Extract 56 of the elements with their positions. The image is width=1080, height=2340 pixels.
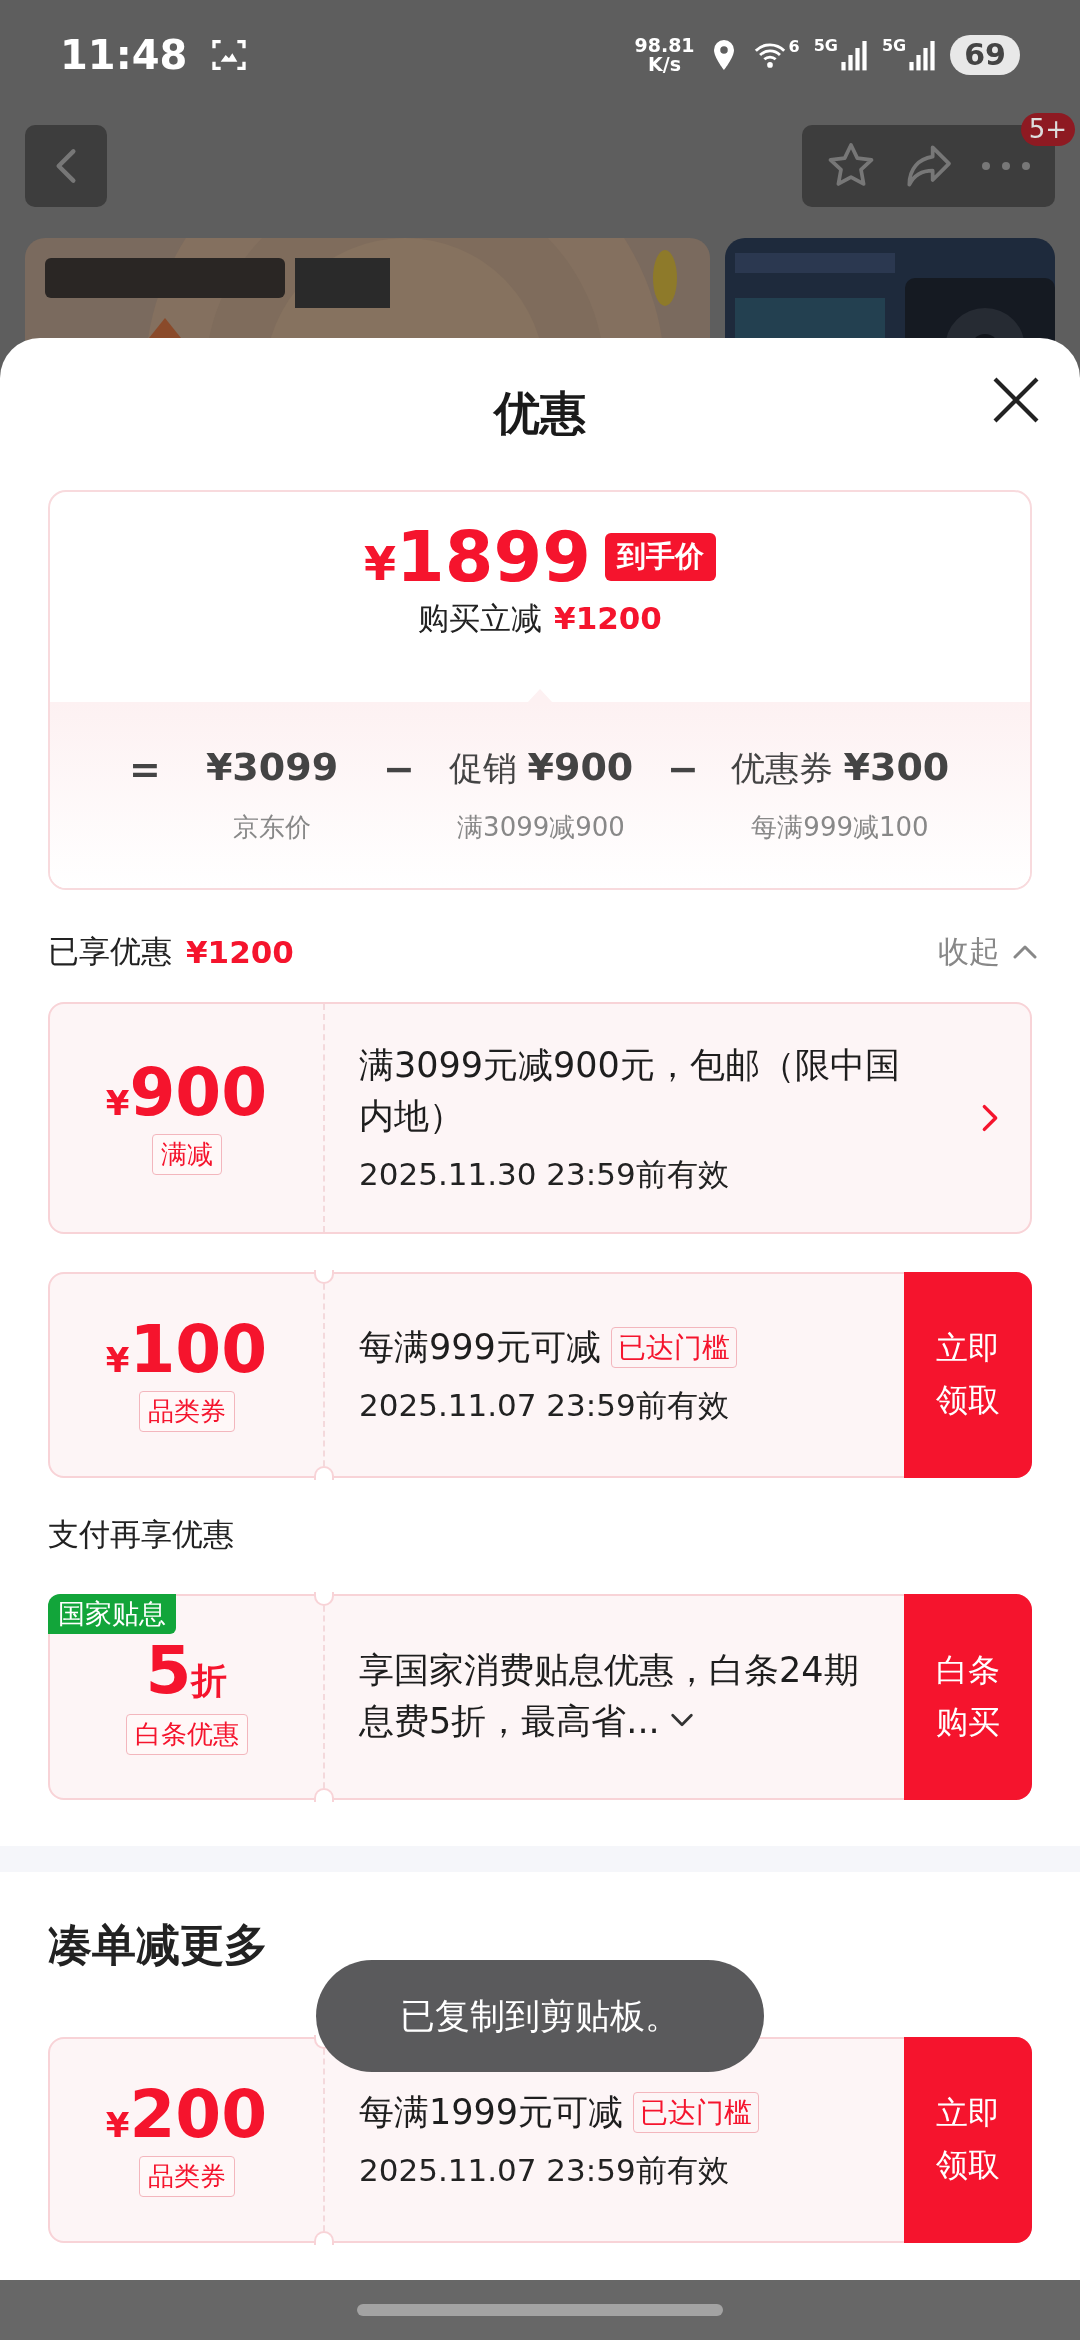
toast-message: 已复制到剪贴板。 (316, 1960, 764, 2072)
battery-level: 69 (950, 35, 1020, 75)
currency-sign: ¥ (105, 1340, 130, 1380)
coupon-description: 每满999元可减 (359, 1326, 601, 1370)
validity-text: 2025.11.30 23:59前有效 (359, 1154, 730, 1194)
status-time: 11:48 (60, 32, 188, 78)
claim-button[interactable]: 白条购买 (904, 1593, 1032, 1800)
signal-icon (840, 38, 868, 72)
operator-sign: − (382, 746, 416, 791)
coupon-description: 享国家消费贴息优惠，白条24期息费5折，最高省... (359, 1648, 860, 1743)
network-type-label: 5G (882, 38, 907, 54)
coupon-amount: 200 (129, 2082, 268, 2148)
price-component-note: 每满999减100 (750, 811, 930, 844)
back-button[interactable] (25, 125, 107, 207)
coupon-corner-tag: 国家贴息 (48, 1593, 176, 1634)
claim-button[interactable]: 立即领取 (904, 2036, 1032, 2243)
collapse-toggle[interactable]: 收起 (938, 931, 1040, 973)
sheet-title: 优惠 (494, 385, 586, 442)
wifi-label: 6 (788, 39, 800, 55)
signal-icon (908, 38, 937, 72)
applied-discount-label: 已享优惠 (48, 932, 172, 971)
coupon-amount: 100 (129, 1317, 268, 1383)
coupon-amount: 900 (129, 1060, 268, 1127)
coupon-type-label: 品类券 (138, 1391, 235, 1432)
saving-amount: ¥1200 (554, 600, 662, 636)
section-title: 凑单减更多 (47, 1917, 269, 1972)
threshold-badge: 已达门槛 (633, 2091, 760, 2134)
applied-discount-amount: ¥1200 (186, 934, 294, 970)
price-component: ¥3099 (204, 745, 340, 791)
network-speed-unit: K/s (648, 55, 681, 74)
network-speed-value: 98.81 (634, 36, 695, 55)
price-component: 优惠券 ¥300 (729, 745, 951, 791)
section-title: 支付再享优惠 (47, 1514, 235, 1554)
price-component-note: 京东价 (232, 811, 312, 844)
price-component: 促销 ¥900 (447, 745, 635, 791)
discount-unit: 折 (191, 1659, 228, 1703)
saving-label: 购买立减 (418, 599, 543, 638)
operator-sign: − (666, 746, 700, 791)
operator-sign: = (128, 746, 162, 791)
price-tag: 到手价 (604, 533, 716, 581)
coupon-type-label: 满减 (151, 1134, 222, 1176)
claim-button[interactable]: 立即领取 (904, 1271, 1032, 1478)
validity-text: 2025.11.07 23:59前有效 (359, 1385, 730, 1425)
coupon-description: 每满1999元可减 (359, 2091, 624, 2135)
coupon-description: 满3099元减900元，包邮（限中国内地） (359, 1044, 901, 1138)
coupon-type-label: 品类券 (138, 2156, 235, 2197)
final-price: 1899 (396, 522, 591, 592)
coupon-type-label: 白条优惠 (125, 1714, 248, 1755)
currency-sign: ¥ (105, 1083, 130, 1124)
notification-badge: 5+ (1020, 113, 1075, 146)
currency-sign: ¥ (364, 541, 397, 587)
currency-sign: ¥ (105, 2105, 130, 2145)
threshold-badge: 已达门槛 (610, 1326, 737, 1369)
validity-text: 2025.11.07 23:59前有效 (359, 2150, 730, 2190)
price-component-note: 满3099减900 (456, 811, 626, 844)
network-type-label: 5G (813, 38, 838, 54)
